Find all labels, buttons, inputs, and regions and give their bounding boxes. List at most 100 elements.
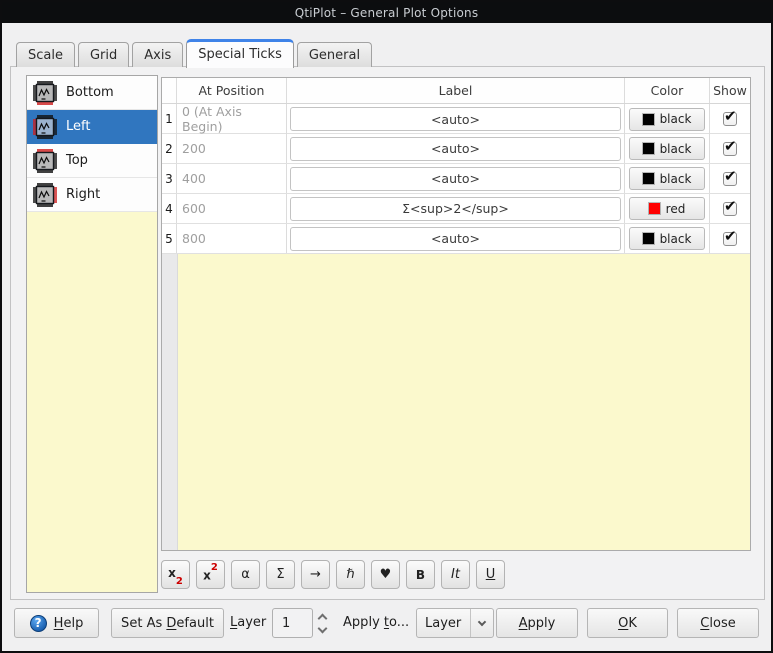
row-number: 1 xyxy=(162,104,177,134)
tab-scale[interactable]: Scale xyxy=(16,42,75,67)
apply-button[interactable]: Apply xyxy=(496,608,578,638)
color-name: black xyxy=(660,112,692,126)
table-row: 2 200 <auto> black ✔ xyxy=(162,134,750,164)
close-button[interactable]: Close xyxy=(677,608,759,638)
apply-to-dropdown[interactable]: Layer xyxy=(416,608,494,638)
color-swatch xyxy=(643,143,654,154)
color-name: red xyxy=(666,202,686,216)
axis-list: Bottom Left Top Right xyxy=(26,75,158,593)
color-name: black xyxy=(660,232,692,246)
bottom-axis-icon xyxy=(32,80,58,106)
left-axis-icon xyxy=(32,114,58,140)
spin-down-icon[interactable] xyxy=(317,623,327,633)
sidebar-item-bottom[interactable]: Bottom xyxy=(27,76,157,110)
alpha-symbol-button[interactable]: α xyxy=(231,560,260,589)
sigma-symbol-button[interactable]: Σ xyxy=(266,560,295,589)
show-checkbox[interactable]: ✔ xyxy=(723,232,737,246)
label-input[interactable]: <auto> xyxy=(290,227,621,251)
window-title: QtiPlot – General Plot Options xyxy=(295,6,479,20)
row-number-gutter xyxy=(162,254,178,550)
layer-spin-arrows[interactable] xyxy=(313,608,331,638)
general-plot-options-dialog: QtiPlot – General Plot Options Scale Gri… xyxy=(0,0,773,653)
table-row: 5 800 <auto> black ✔ xyxy=(162,224,750,254)
column-header-label: Label xyxy=(287,78,625,103)
color-swatch xyxy=(649,203,660,214)
show-checkbox[interactable]: ✔ xyxy=(723,142,737,156)
color-button[interactable]: black xyxy=(629,227,705,250)
label-input[interactable]: <auto> xyxy=(290,107,621,131)
apply-to-selected-value: Layer xyxy=(417,616,470,631)
color-swatch xyxy=(643,173,654,184)
apply-to-label: Apply to... xyxy=(343,608,409,638)
layer-label: Layer xyxy=(230,608,266,638)
tab-axis[interactable]: Axis xyxy=(132,42,183,67)
row-number: 3 xyxy=(162,164,177,193)
ok-button[interactable]: OK xyxy=(587,608,668,638)
spin-up-icon[interactable] xyxy=(317,613,327,623)
table-viewport xyxy=(178,254,750,550)
special-ticks-page: Bottom Left Top Right At Position Label … xyxy=(10,66,765,600)
underline-button[interactable]: U xyxy=(476,560,505,589)
color-name: black xyxy=(660,142,692,156)
sidebar-item-right[interactable]: Right xyxy=(27,178,157,212)
show-checkbox[interactable]: ✔ xyxy=(723,172,737,186)
row-number: 5 xyxy=(162,224,177,253)
table-empty-area xyxy=(162,254,750,550)
layer-spin-value[interactable]: 1 xyxy=(272,608,313,638)
position-cell[interactable]: 600 xyxy=(177,194,287,223)
table-header-row: At Position Label Color Show xyxy=(162,78,750,104)
special-ticks-table: At Position Label Color Show 1 0 (At Axi… xyxy=(161,77,751,551)
table-row: 1 0 (At Axis Begin) <auto> black ✔ xyxy=(162,104,750,134)
top-axis-icon xyxy=(32,148,58,174)
color-name: black xyxy=(660,172,692,186)
help-button[interactable]: ? Help xyxy=(14,608,99,638)
text-format-toolbar: x2 x2 α Σ → ℏ ♥ B It U xyxy=(161,560,505,589)
titlebar[interactable]: QtiPlot – General Plot Options xyxy=(2,2,771,23)
table-row: 3 400 <auto> black ✔ xyxy=(162,164,750,194)
sidebar-item-left[interactable]: Left xyxy=(27,110,157,144)
italic-button[interactable]: It xyxy=(441,560,470,589)
sidebar-item-label: Right xyxy=(66,187,100,202)
label-input[interactable]: <auto> xyxy=(290,167,621,191)
sidebar-item-top[interactable]: Top xyxy=(27,144,157,178)
show-checkbox[interactable]: ✔ xyxy=(723,202,737,216)
tab-special-ticks[interactable]: Special Ticks xyxy=(186,39,294,68)
column-header-show: Show xyxy=(710,78,750,103)
layer-spinbox[interactable]: 1 xyxy=(272,608,331,638)
column-header-color: Color xyxy=(625,78,710,103)
color-button[interactable]: black xyxy=(629,137,705,160)
sidebar-item-label: Top xyxy=(66,153,88,168)
position-cell[interactable]: 400 xyxy=(177,164,287,193)
subscript-button[interactable]: x2 xyxy=(161,560,190,589)
row-number-header xyxy=(162,78,177,103)
color-button[interactable]: black xyxy=(629,167,705,190)
row-number: 2 xyxy=(162,134,177,163)
position-cell[interactable]: 800 xyxy=(177,224,287,253)
arrow-symbol-button[interactable]: → xyxy=(301,560,330,589)
column-header-position: At Position xyxy=(177,78,287,103)
help-icon: ? xyxy=(30,615,47,632)
position-cell[interactable]: 200 xyxy=(177,134,287,163)
superscript-button[interactable]: x2 xyxy=(196,560,225,589)
sidebar-item-label: Bottom xyxy=(66,85,114,100)
position-cell[interactable]: 0 (At Axis Begin) xyxy=(177,104,287,134)
color-button[interactable]: black xyxy=(629,108,705,131)
table-row: 4 600 Σ<sup>2</sup> red ✔ xyxy=(162,194,750,224)
color-swatch xyxy=(643,114,654,125)
color-button[interactable]: red xyxy=(629,197,705,220)
sidebar-item-label: Left xyxy=(66,119,90,134)
tab-grid[interactable]: Grid xyxy=(78,42,129,67)
set-as-default-button[interactable]: Set As Default xyxy=(111,608,224,638)
tab-general[interactable]: General xyxy=(297,42,372,67)
label-input[interactable]: Σ<sup>2</sup> xyxy=(290,197,621,221)
show-checkbox[interactable]: ✔ xyxy=(723,112,737,126)
help-label: Help xyxy=(54,616,84,631)
heart-symbol-button[interactable]: ♥ xyxy=(371,560,400,589)
bold-button[interactable]: B xyxy=(406,560,435,589)
hbar-symbol-button[interactable]: ℏ xyxy=(336,560,365,589)
row-number: 4 xyxy=(162,194,177,223)
label-input[interactable]: <auto> xyxy=(290,137,621,161)
chevron-down-icon xyxy=(478,618,486,626)
tab-bar: Scale Grid Axis Special Ticks General xyxy=(16,38,375,67)
dropdown-arrow xyxy=(470,609,493,637)
